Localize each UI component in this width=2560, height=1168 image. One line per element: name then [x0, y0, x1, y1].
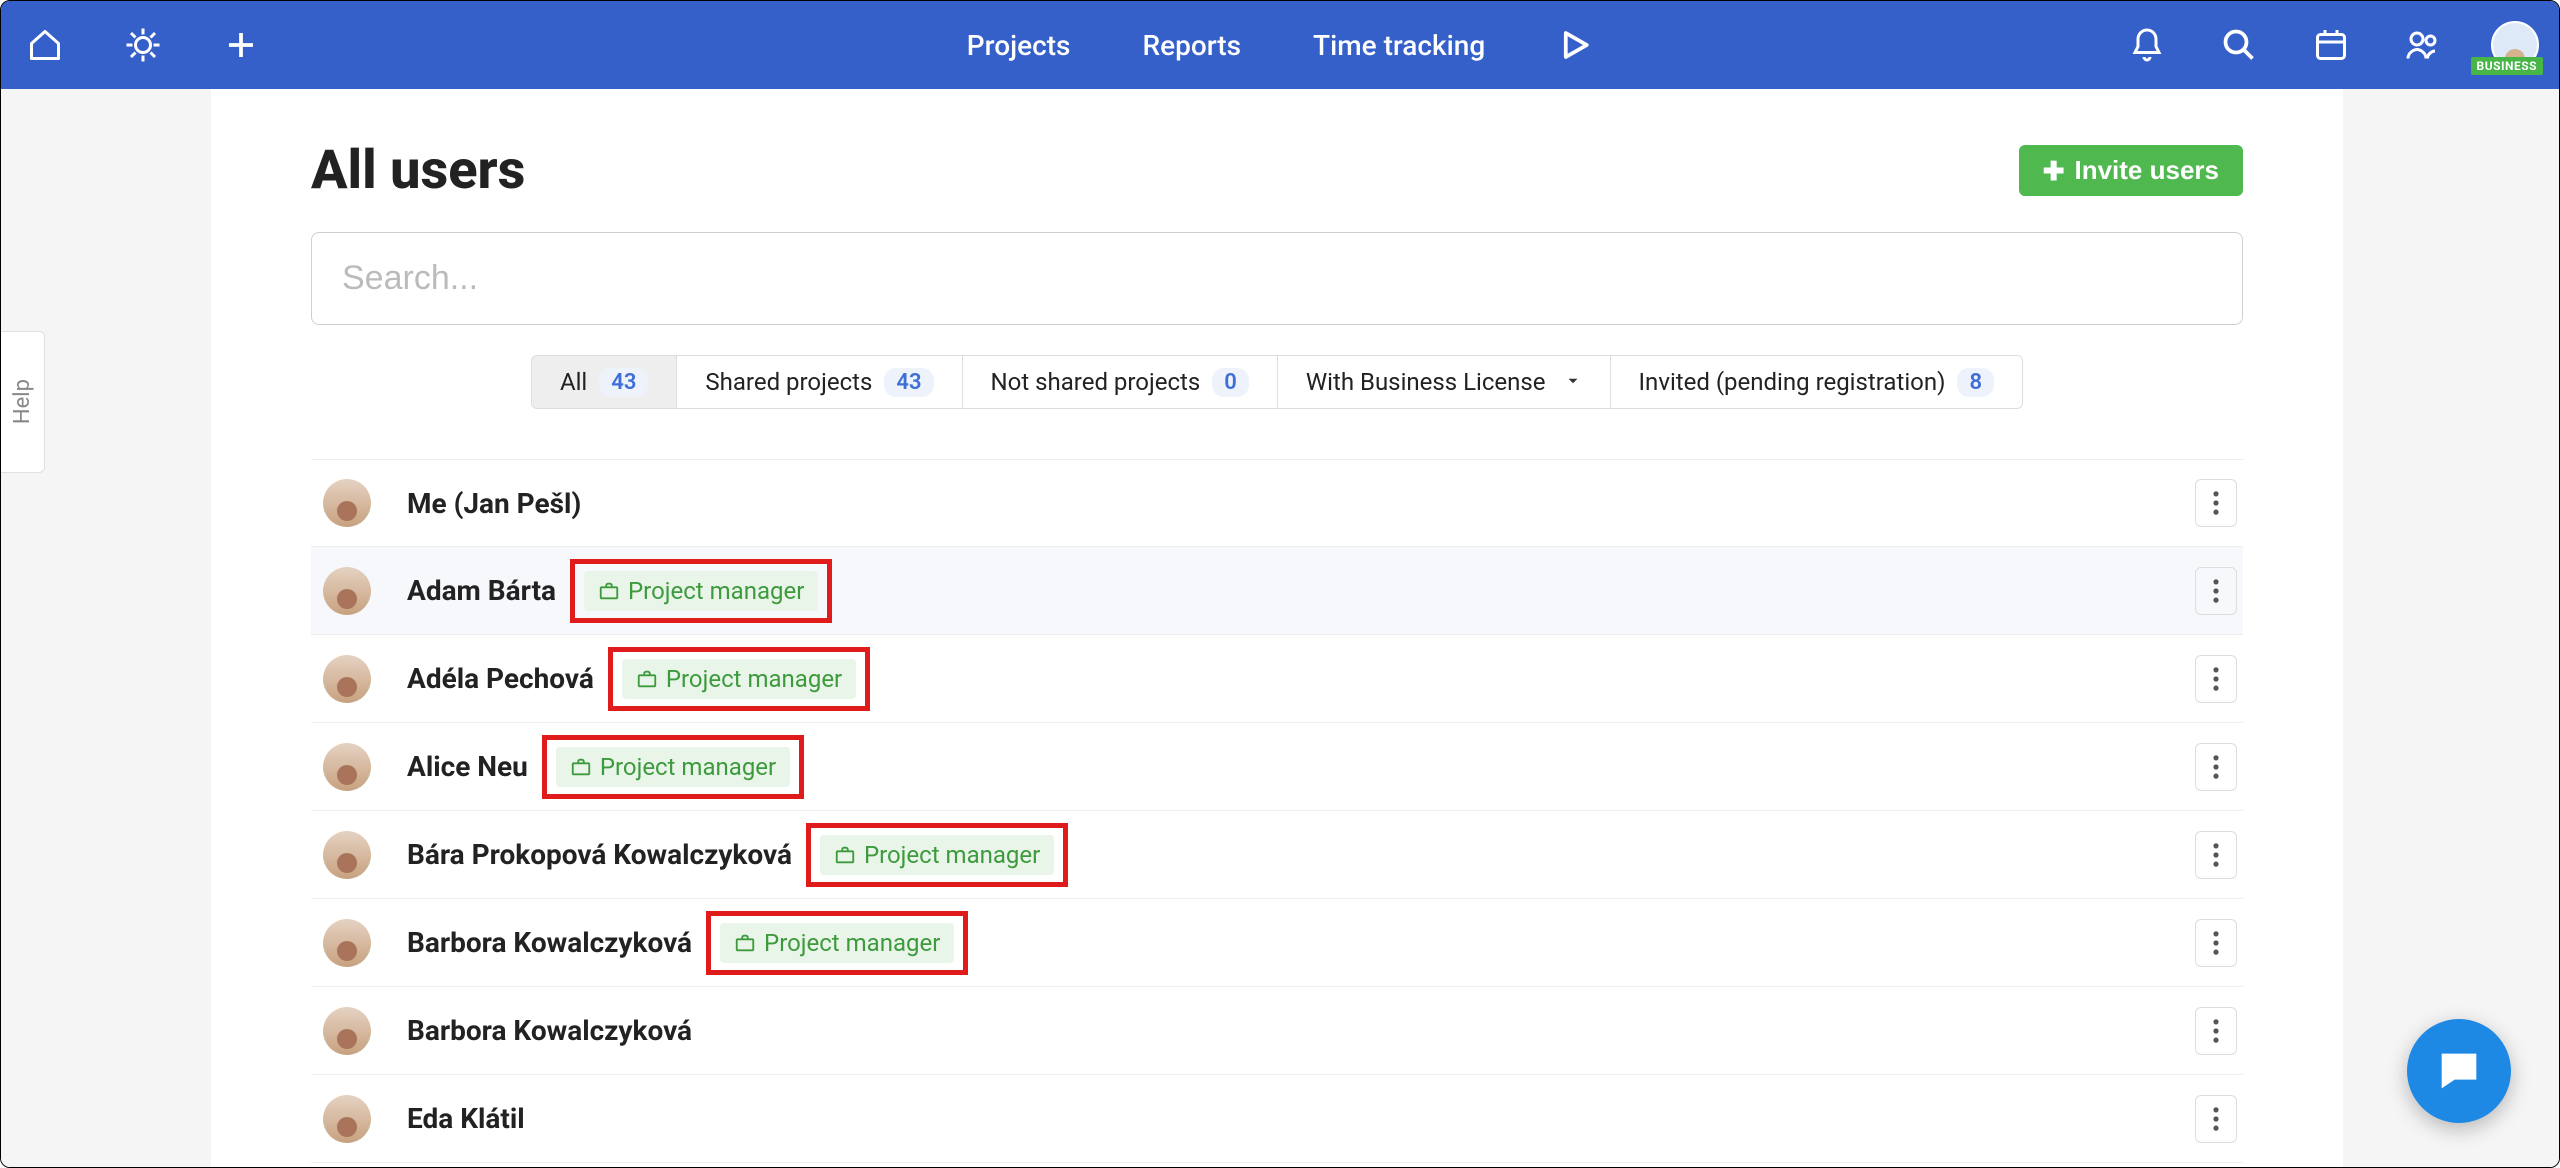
role-badge: Project manager	[556, 747, 790, 787]
user-name: Alice Neu	[407, 750, 528, 783]
chat-button[interactable]	[2407, 1019, 2511, 1123]
role-badge: Project manager	[584, 571, 818, 611]
filter-tab[interactable]: Shared projects 43	[677, 356, 962, 408]
chevron-down-icon	[1564, 368, 1582, 396]
avatar	[323, 1095, 371, 1143]
page-title: All users	[311, 139, 525, 202]
avatar	[323, 1007, 371, 1055]
role-badge-wrap: Project manager	[556, 747, 790, 787]
user-list: Me (Jan Pešl)Adam BártaProject managerAd…	[311, 459, 2243, 1163]
nav-reports[interactable]: Reports	[1142, 29, 1241, 62]
row-menu-button[interactable]	[2195, 743, 2237, 791]
top-bar: Projects Reports Time tracking BUSINESS	[1, 1, 2559, 89]
tab-count: 0	[1212, 368, 1249, 397]
user-row[interactable]: Adéla Pechová Project manager	[311, 635, 2243, 723]
user-row[interactable]: Me (Jan Pešl)	[311, 459, 2243, 547]
tab-label: Not shared projects	[991, 368, 1201, 396]
account-avatar[interactable]: BUSINESS	[2491, 21, 2539, 69]
user-name: Bára Prokopová Kowalczyková	[407, 838, 792, 871]
search-icon[interactable]	[2215, 21, 2263, 69]
tab-label: With Business License	[1306, 368, 1546, 396]
role-badge-wrap: Project manager	[720, 923, 954, 963]
avatar	[323, 479, 371, 527]
user-name: Adéla Pechová	[407, 662, 594, 695]
users-icon[interactable]	[2399, 21, 2447, 69]
avatar	[323, 919, 371, 967]
tab-count: 8	[1957, 368, 1994, 397]
filter-tab[interactable]: With Business License	[1278, 356, 1611, 408]
avatar	[323, 567, 371, 615]
user-name: Barbora Kowalczyková	[407, 1014, 692, 1047]
play-icon[interactable]	[1557, 27, 1593, 63]
role-badge: Project manager	[720, 923, 954, 963]
role-badge: Project manager	[820, 835, 1054, 875]
filter-tab[interactable]: Invited (pending registration) 8	[1611, 356, 2023, 408]
role-badge-wrap: Project manager	[584, 571, 818, 611]
tab-label: Shared projects	[705, 368, 872, 396]
plus-icon-small: ✚	[2043, 158, 2065, 184]
search-input[interactable]	[311, 232, 2243, 325]
row-menu-button[interactable]	[2195, 567, 2237, 615]
invite-label: Invite users	[2074, 155, 2219, 186]
user-name: Barbora Kowalczyková	[407, 926, 692, 959]
avatar	[323, 743, 371, 791]
avatar	[323, 655, 371, 703]
gutter-left	[1, 89, 211, 1167]
row-menu-button[interactable]	[2195, 831, 2237, 879]
user-row[interactable]: Alice Neu Project manager	[311, 723, 2243, 811]
row-menu-button[interactable]	[2195, 919, 2237, 967]
row-menu-button[interactable]	[2195, 655, 2237, 703]
user-name: Adam Bárta	[407, 574, 556, 607]
avatar	[323, 831, 371, 879]
row-menu-button[interactable]	[2195, 479, 2237, 527]
tab-label: All	[560, 368, 587, 396]
role-badge-wrap: Project manager	[820, 835, 1054, 875]
home-icon[interactable]	[21, 21, 69, 69]
filter-tabs: All 43 Shared projects 43 Not shared project…	[531, 355, 2023, 409]
invite-users-button[interactable]: ✚ Invite users	[2019, 145, 2243, 196]
filter-tab[interactable]: All 43	[532, 356, 677, 408]
user-name: Eda Klátil	[407, 1102, 525, 1135]
row-menu-button[interactable]	[2195, 1095, 2237, 1143]
business-badge: BUSINESS	[2471, 57, 2543, 75]
filter-tab[interactable]: Not shared projects 0	[963, 356, 1278, 408]
ship-wheel-icon[interactable]	[119, 21, 167, 69]
user-row[interactable]: Bára Prokopová Kowalczyková Project manag…	[311, 811, 2243, 899]
tab-count: 43	[599, 368, 648, 397]
role-badge-wrap: Project manager	[622, 659, 856, 699]
user-row[interactable]: Adam Bárta Project manager	[311, 547, 2243, 635]
tab-count: 43	[884, 368, 933, 397]
nav-projects[interactable]: Projects	[967, 29, 1071, 62]
gutter-right	[2343, 89, 2559, 1167]
user-row[interactable]: Barbora Kowalczyková	[311, 987, 2243, 1075]
user-row[interactable]: Barbora Kowalczyková Project manager	[311, 899, 2243, 987]
bell-icon[interactable]	[2123, 21, 2171, 69]
nav-time-tracking[interactable]: Time tracking	[1313, 29, 1485, 62]
help-tab[interactable]: Help	[1, 331, 45, 473]
calendar-icon[interactable]	[2307, 21, 2355, 69]
tab-label: Invited (pending registration)	[1639, 368, 1946, 396]
top-nav: Projects Reports Time tracking	[967, 27, 1593, 63]
row-menu-button[interactable]	[2195, 1007, 2237, 1055]
role-badge: Project manager	[622, 659, 856, 699]
user-name: Me (Jan Pešl)	[407, 487, 581, 520]
plus-icon[interactable]	[217, 21, 265, 69]
help-label: Help	[10, 379, 35, 424]
user-row[interactable]: Eda Klátil	[311, 1075, 2243, 1163]
